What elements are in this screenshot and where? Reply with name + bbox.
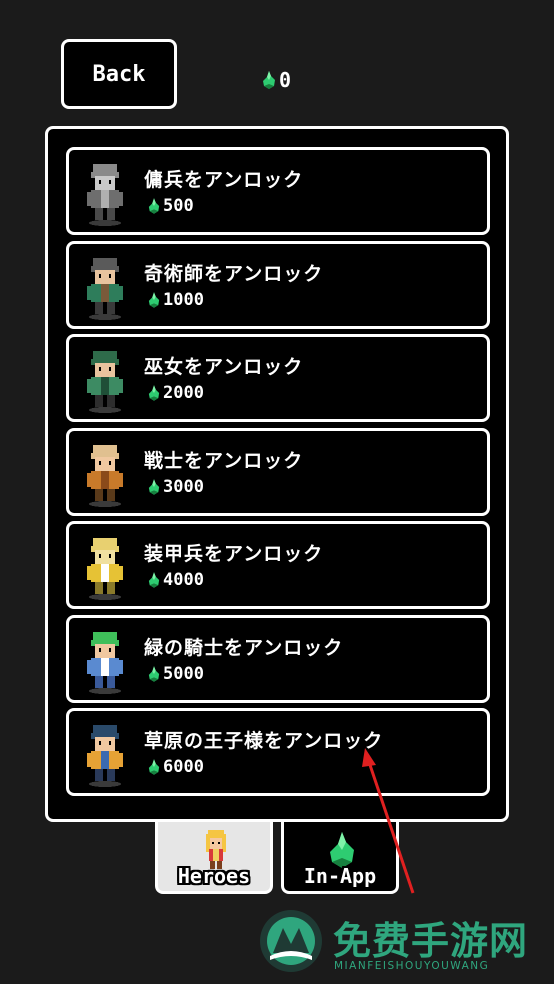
hero-price-value: 5000 [163,663,204,684]
green-gem-icon [148,759,160,775]
watermark-logo-icon [260,910,322,972]
green-gem-icon [148,291,160,308]
hero-price: 3000 [148,477,204,497]
prairie-prince-sprite [87,725,123,787]
green-gem-icon [148,385,160,401]
shrine-maiden-sprite [87,351,123,413]
green-knight-sprite [87,631,123,694]
green-gem-icon [148,198,160,214]
hero-price: 5000 [148,664,204,684]
tab-heroes[interactable]: Heroes [155,822,273,894]
hero-price-value: 1000 [163,289,204,310]
hero-unlock-title: 装甲兵をアンロック [144,543,324,565]
tab-heroes-label: Heroes [177,864,251,888]
hero-list: 傭兵をアンロック 500 奇術師をアンロック 1000 巫女をアンロック 200… [66,147,490,802]
hero-price-value: 500 [163,196,194,216]
warrior-sprite [87,444,123,507]
magician-sprite [87,257,123,320]
green-gem-icon [330,832,354,868]
currency-display: 0 [262,66,291,94]
hero-price-value: 3000 [163,476,204,497]
hero-price: 6000 [148,757,204,777]
currency-amount: 0 [279,68,292,92]
hero-price-value: 4000 [163,570,204,590]
hero-price-value: 2000 [163,383,204,403]
back-button[interactable]: Back [61,39,177,109]
hero-price: 4000 [148,570,204,590]
green-gem-icon [148,478,160,495]
armored-soldier-sprite [87,538,123,600]
hero-unlock-title: 戦士をアンロック [144,449,304,472]
hero-unlock-row[interactable]: 緑の騎士をアンロック 5000 [66,614,490,703]
hero-unlock-row[interactable]: 草原の王子様をアンロック 6000 [66,708,490,796]
hero-price: 2000 [148,383,204,403]
watermark-title: 免费手游网 [333,919,529,963]
hero-unlock-row[interactable]: 巫女をアンロック 2000 [66,334,490,422]
hero-unlock-title: 緑の騎士をアンロック [144,636,344,659]
hero-unlock-row[interactable]: 傭兵をアンロック 500 [66,147,490,235]
hero-unlock-row[interactable]: 装甲兵をアンロック 4000 [66,521,490,609]
hero-price: 1000 [148,290,204,310]
green-gem-icon [263,71,275,89]
green-gem-icon [148,665,160,682]
hero-shop-panel: 傭兵をアンロック 500 奇術師をアンロック 1000 巫女をアンロック 200… [45,126,509,822]
mercenary-sprite [87,164,123,226]
hero-unlock-title: 草原の王子様をアンロック [144,730,384,752]
hero-unlock-row[interactable]: 奇術師をアンロック 1000 [66,240,490,329]
green-gem-icon [148,572,160,588]
hero-price-value: 6000 [163,757,204,777]
annotation-arrow [362,748,415,894]
watermark-subtitle: MIANFEISHOUYOUWANG [334,960,490,972]
hero-unlock-row[interactable]: 戦士をアンロック 3000 [66,427,490,516]
hero-unlock-title: 奇術師をアンロック [144,262,324,285]
hero-unlock-title: 傭兵をアンロック [144,169,304,191]
hero-unlock-title: 巫女をアンロック [144,356,304,378]
watermark: 免费手游网 MIANFEISHOUYOUWANG [258,904,554,982]
hero-price: 500 [148,196,194,216]
